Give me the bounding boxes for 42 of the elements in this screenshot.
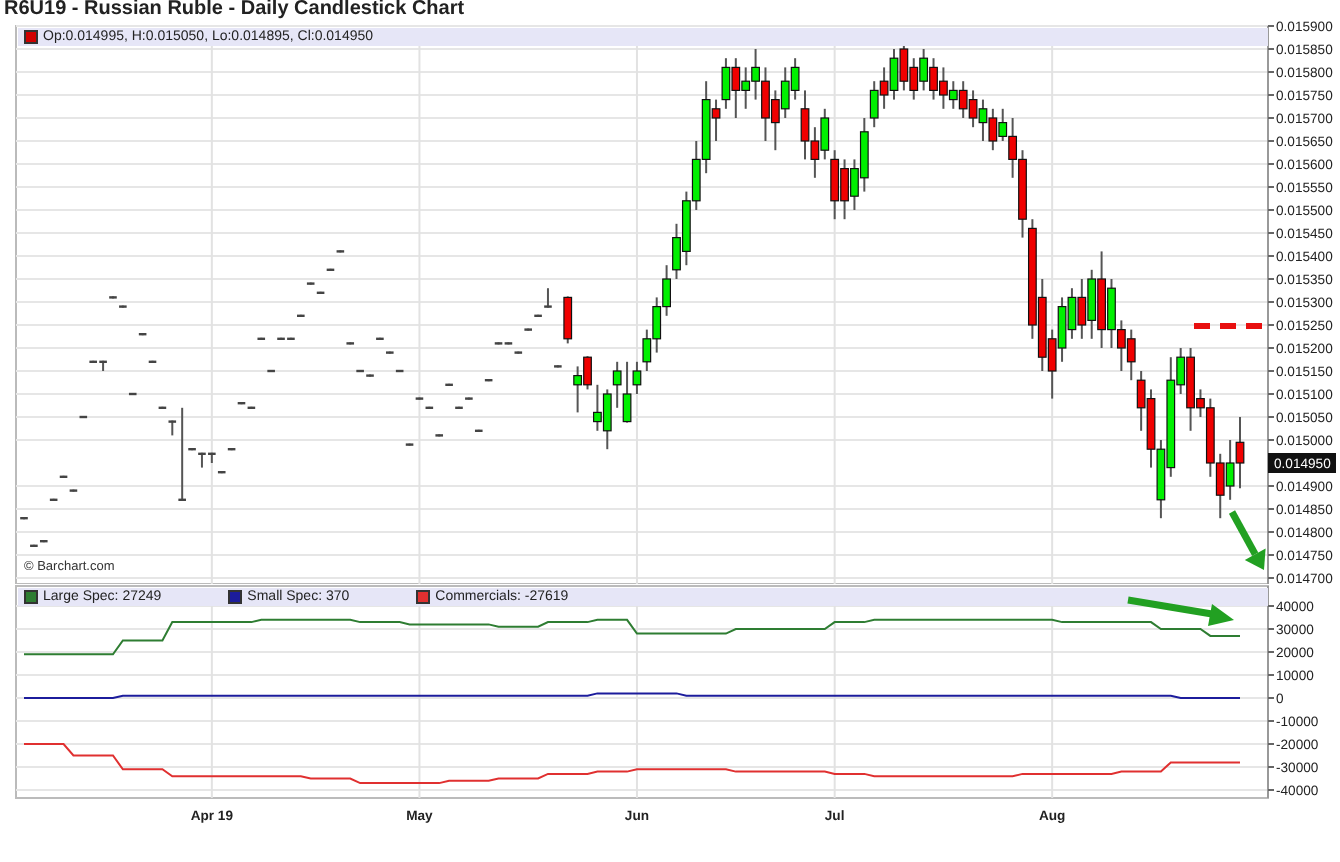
price-tick [346,341,355,346]
price-tick [148,359,157,364]
price-tick [435,433,443,438]
price-tick [297,313,305,318]
price-tick [484,378,493,383]
price-tick [405,442,414,447]
price-tick [217,470,226,475]
price-tick [138,332,147,337]
price-tick [257,336,266,341]
price-tick [554,364,562,369]
price-tick [69,488,78,493]
price-tick [227,447,236,452]
price-tick [158,405,167,410]
price-tick [306,281,315,286]
price-tick [445,382,453,387]
price-tick [514,350,523,355]
price-tick [316,290,325,295]
price-tick [524,327,532,332]
price-tick [465,396,473,401]
price-tick [455,405,463,410]
price-tick [336,249,345,254]
price-tick [119,304,127,309]
price-tick [425,405,434,410]
price-tick [474,428,483,433]
price-tick [128,392,137,396]
price-tick [59,474,68,479]
price-tick [376,336,384,341]
arrow-icon [1224,508,1272,574]
price-tick [386,350,394,355]
price-tick [395,369,404,373]
price-tick [534,313,542,318]
price-tick [79,415,88,419]
candlestick [563,295,573,345]
price-tick [326,267,335,272]
price-tick [415,396,424,401]
price-tick [267,369,275,373]
price-tick [20,516,28,521]
chart-title: R6U19 - Russian Ruble - Daily Candlestick Chart [2,0,467,20]
price-tick [49,497,58,502]
price-tick [109,295,117,300]
price-tick [544,287,552,309]
square-icon [23,29,37,43]
